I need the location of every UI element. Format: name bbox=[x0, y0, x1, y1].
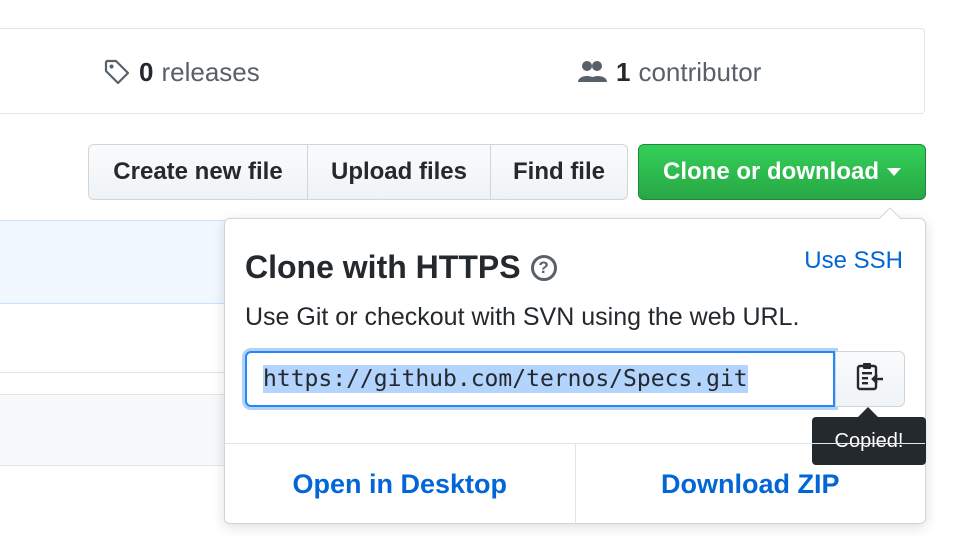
contributors-label: contributor bbox=[638, 56, 762, 87]
contributors-count: 1 bbox=[616, 56, 631, 87]
upload-files-button[interactable]: Upload files bbox=[308, 144, 491, 200]
download-zip-link[interactable]: Download ZIP bbox=[574, 444, 926, 525]
clone-url-input[interactable]: https://github.com/ternos/Specs.git bbox=[245, 351, 835, 407]
people-icon bbox=[576, 58, 608, 86]
releases-label: releases bbox=[161, 56, 260, 87]
clone-or-download-button[interactable]: Clone or download bbox=[638, 144, 926, 200]
clone-or-download-label: Clone or download bbox=[663, 158, 879, 185]
contributors-stat[interactable]: 1 contributor bbox=[576, 29, 761, 115]
clone-url-text: https://github.com/ternos/Specs.git bbox=[263, 365, 748, 393]
copy-to-clipboard-button[interactable] bbox=[835, 351, 905, 407]
releases-stat[interactable]: 0 releases bbox=[103, 29, 260, 115]
repo-stats-bar: 0 releases 1 contributor bbox=[0, 28, 925, 114]
dropdown-footer: Open in Desktop Download ZIP bbox=[225, 443, 925, 525]
use-ssh-link[interactable]: Use SSH bbox=[804, 247, 903, 275]
dropdown-pointer bbox=[878, 207, 900, 219]
clipboard-icon bbox=[855, 361, 885, 398]
commit-tease-bar bbox=[0, 220, 238, 304]
clone-title: Clone with HTTPS ? bbox=[245, 249, 557, 286]
create-new-file-button[interactable]: Create new file bbox=[88, 144, 308, 200]
question-icon[interactable]: ? bbox=[530, 254, 557, 281]
find-file-button[interactable]: Find file bbox=[491, 144, 628, 200]
file-actions-group: Create new file Upload files Find file bbox=[88, 144, 628, 200]
file-list-divider bbox=[0, 372, 240, 373]
tag-icon bbox=[103, 58, 131, 86]
clone-title-text: Clone with HTTPS bbox=[245, 249, 521, 285]
clone-description: Use Git or checkout with SVN using the w… bbox=[245, 303, 800, 331]
clone-dropdown: Clone with HTTPS ? Use SSH Use Git or ch… bbox=[224, 218, 926, 525]
releases-count: 0 bbox=[139, 56, 154, 87]
caret-down-icon bbox=[887, 168, 901, 176]
file-list-row bbox=[0, 394, 240, 466]
open-in-desktop-link[interactable]: Open in Desktop bbox=[225, 444, 575, 525]
